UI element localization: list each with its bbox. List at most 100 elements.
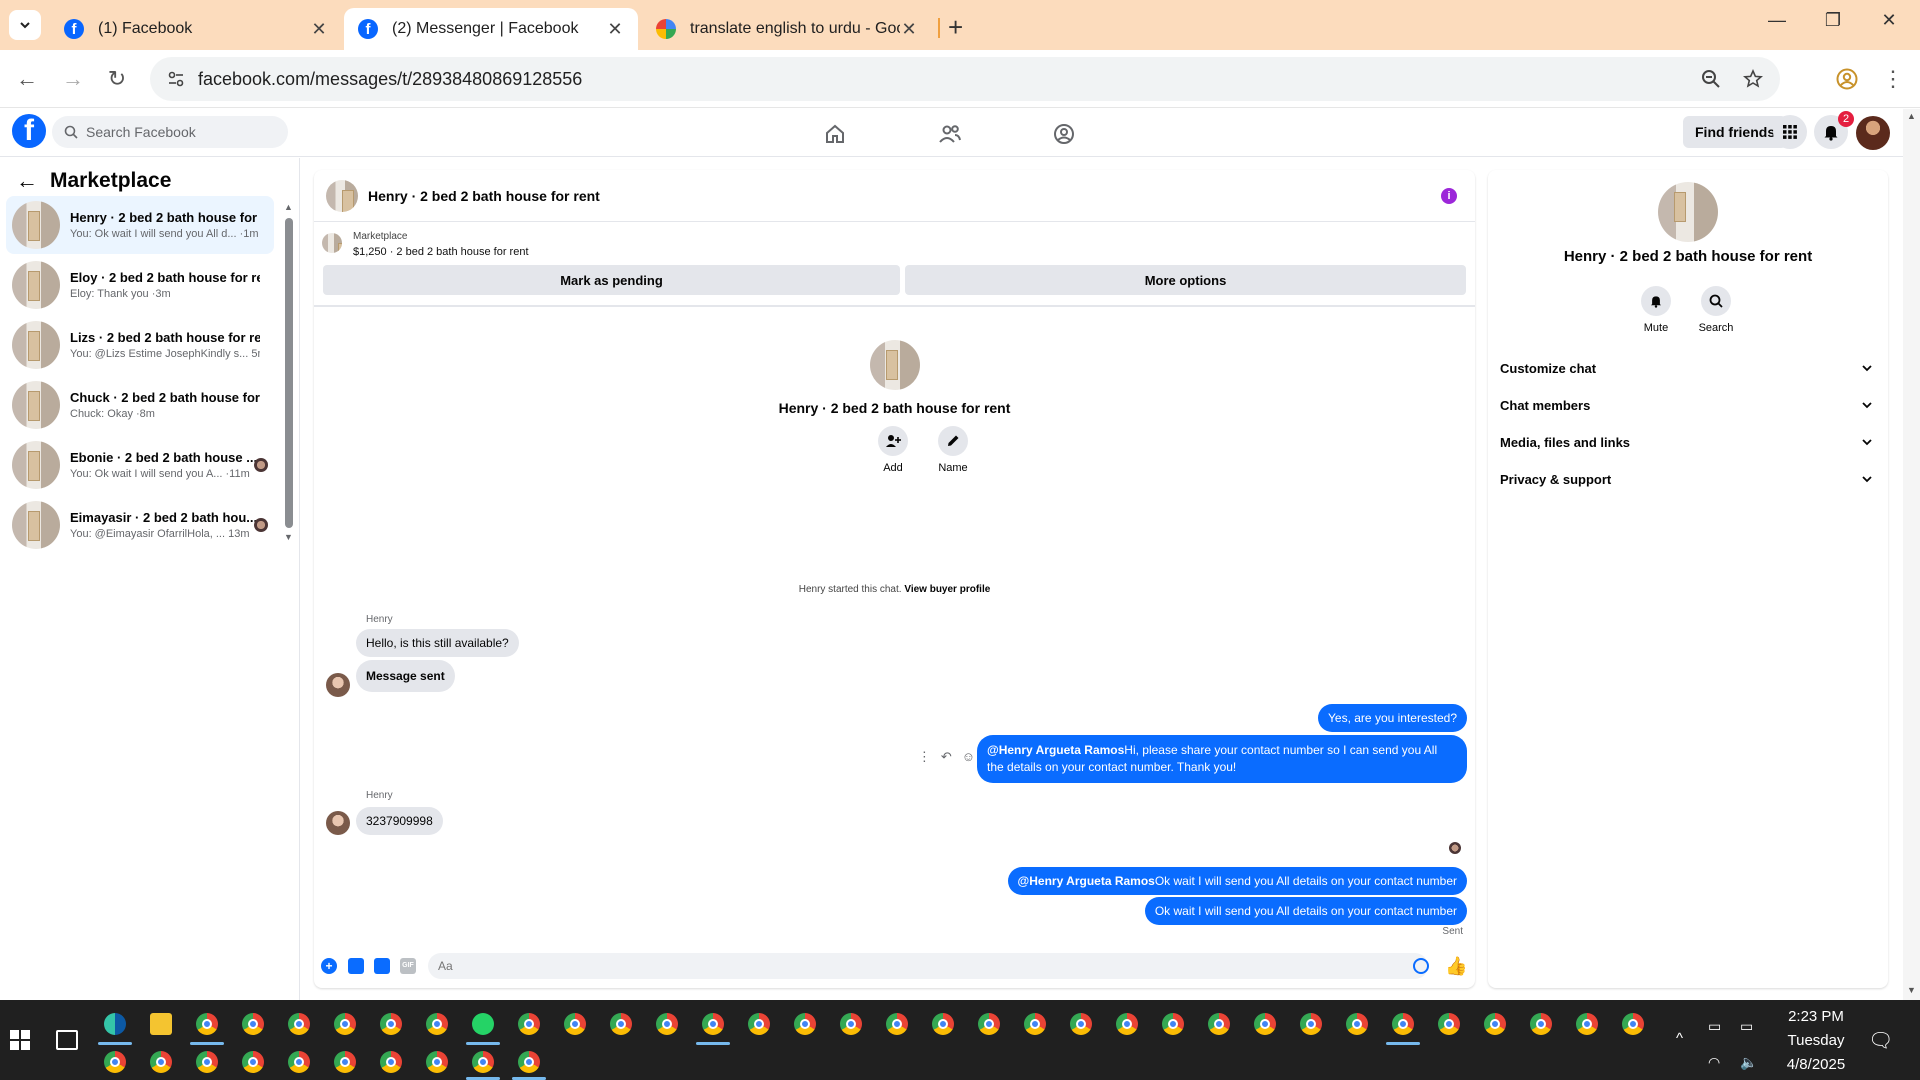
tab-messenger[interactable]: f (2) Messenger | Facebook ✕ [344, 8, 638, 50]
facebook-logo-icon[interactable]: f [12, 114, 46, 148]
henry-avatar[interactable] [326, 811, 350, 835]
chat-title[interactable]: Henry · 2 bed 2 bath house for rent [368, 188, 600, 204]
account-avatar[interactable] [1856, 116, 1890, 150]
volume-icon[interactable]: 🔈 [1740, 1054, 1757, 1071]
chrome-icon[interactable] [794, 1013, 816, 1035]
henry-avatar[interactable] [326, 673, 350, 697]
chrome-icon[interactable] [1530, 1013, 1552, 1035]
notification-center-icon[interactable]: 🗨 [1868, 1028, 1893, 1053]
chrome-icon[interactable] [1346, 1013, 1368, 1035]
scroll-up-arrow-icon[interactable]: ▲ [284, 202, 293, 212]
facebook-search-box[interactable]: Search Facebook [52, 116, 288, 148]
forward-arrow-icon[interactable]: → [58, 64, 88, 94]
chrome-icon[interactable] [196, 1051, 218, 1073]
chrome-icon[interactable] [426, 1051, 448, 1073]
restore-icon[interactable]: ❐ [1818, 10, 1848, 31]
message-incoming[interactable]: Message sent [356, 660, 455, 692]
chrome-icon[interactable] [610, 1013, 632, 1035]
mute-button[interactable]: Mute [1626, 286, 1686, 334]
chrome-icon[interactable] [1300, 1013, 1322, 1035]
file-explorer-icon[interactable] [150, 1013, 172, 1035]
friends-icon[interactable] [935, 119, 965, 149]
reload-icon[interactable]: ↻ [102, 64, 132, 94]
chrome-icon[interactable] [472, 1051, 494, 1073]
close-icon[interactable]: ✕ [310, 19, 328, 40]
section-privacy-support[interactable]: Privacy & support [1500, 464, 1872, 494]
photo-icon[interactable] [348, 958, 364, 974]
chrome-icon[interactable] [1254, 1013, 1276, 1035]
close-icon[interactable]: ✕ [900, 19, 918, 40]
mark-as-pending-button[interactable]: Mark as pending [323, 265, 900, 295]
chrome-icon[interactable] [1576, 1013, 1598, 1035]
profile-icon[interactable] [1832, 64, 1862, 94]
chrome-icon[interactable] [242, 1051, 264, 1073]
tab-facebook[interactable]: f (1) Facebook ✕ [50, 8, 342, 50]
conversation-item-henry[interactable]: Henry · 2 bed 2 bath house for ... You: … [6, 196, 274, 254]
message-input[interactable] [428, 953, 1428, 979]
chrome-icon[interactable] [334, 1013, 356, 1035]
scroll-down-arrow-icon[interactable]: ▼ [284, 532, 293, 542]
close-icon[interactable]: ✕ [606, 19, 624, 40]
battery-icon[interactable]: ▭ [1740, 1018, 1753, 1035]
chrome-icon[interactable] [1208, 1013, 1230, 1035]
chrome-icon[interactable] [1024, 1013, 1046, 1035]
groups-icon[interactable] [1049, 119, 1079, 149]
show-hidden-icons-chevron-icon[interactable]: ^ [1676, 1030, 1683, 1047]
react-smile-icon[interactable]: ☺ [962, 749, 975, 765]
thumbs-up-icon[interactable]: 👍 [1445, 956, 1467, 977]
conversation-item-ebonie[interactable]: Ebonie · 2 bed 2 bath house ... You: Ok … [6, 436, 274, 494]
chrome-icon[interactable] [288, 1013, 310, 1035]
chrome-icon[interactable] [840, 1013, 862, 1035]
chrome-icon[interactable] [1116, 1013, 1138, 1035]
message-outgoing[interactable]: @Henry Argueta RamosHi, please share you… [977, 735, 1467, 783]
chrome-icon[interactable] [104, 1051, 126, 1073]
chrome-icon[interactable] [978, 1013, 1000, 1035]
windows-start-icon[interactable] [10, 1030, 30, 1050]
tab-search-button[interactable] [9, 10, 41, 40]
chrome-icon[interactable] [932, 1013, 954, 1035]
chrome-icon[interactable] [426, 1013, 448, 1035]
chrome-icon[interactable] [150, 1051, 172, 1073]
chrome-icon[interactable] [702, 1013, 724, 1035]
conversation-item-chuck[interactable]: Chuck · 2 bed 2 bath house for ... Chuck… [6, 376, 274, 434]
details-avatar[interactable] [1658, 182, 1718, 242]
chrome-icon[interactable] [242, 1013, 264, 1035]
chrome-icon[interactable] [1392, 1013, 1414, 1035]
conversation-item-eloy[interactable]: Eloy · 2 bed 2 bath house for re... Eloy… [6, 256, 274, 314]
clock-date[interactable]: 4/8/2025 [1762, 1056, 1870, 1073]
whatsapp-icon[interactable] [472, 1013, 494, 1035]
find-friends-button[interactable]: Find friends [1683, 116, 1788, 148]
menu-grid-icon[interactable] [1773, 115, 1807, 149]
chrome-icon[interactable] [564, 1013, 586, 1035]
chat-avatar[interactable] [326, 179, 358, 212]
address-bar[interactable]: facebook.com/messages/t/2893848086912855… [150, 57, 1780, 101]
home-icon[interactable] [820, 119, 850, 149]
chrome-icon[interactable] [518, 1013, 540, 1035]
listing-price[interactable]: $1,250 · 2 bed 2 bath house for rent [353, 246, 529, 258]
conversation-item-lizs[interactable]: Lizs · 2 bed 2 bath house for rent You: … [6, 316, 274, 374]
scroll-up-arrow-icon[interactable]: ▲ [1907, 111, 1916, 121]
plus-icon[interactable]: + [321, 958, 337, 974]
site-info-icon[interactable] [162, 65, 190, 93]
chrome-icon[interactable] [1484, 1013, 1506, 1035]
section-media-files-links[interactable]: Media, files and links [1500, 427, 1872, 457]
zoom-icon[interactable] [1696, 64, 1726, 94]
chrome-icon[interactable] [1070, 1013, 1092, 1035]
camera-tray-icon[interactable]: ▭ [1708, 1018, 1721, 1035]
chrome-icon[interactable] [886, 1013, 908, 1035]
message-incoming[interactable]: Hello, is this still available? [356, 629, 519, 657]
chrome-icon[interactable] [1622, 1013, 1644, 1035]
window-close-icon[interactable]: ✕ [1874, 10, 1904, 31]
conversation-item-eimayasir[interactable]: Eimayasir · 2 bed 2 bath hou... You: @Ei… [6, 496, 274, 554]
page-scrollbar[interactable]: ▲ ▼ [1903, 109, 1920, 1000]
browser-menu-icon[interactable]: ⋮ [1878, 64, 1908, 94]
chrome-icon[interactable] [334, 1051, 356, 1073]
chrome-icon[interactable] [380, 1013, 402, 1035]
scroll-down-arrow-icon[interactable]: ▼ [1907, 985, 1916, 995]
search-in-chat-button[interactable]: Search [1686, 286, 1746, 334]
edge-icon[interactable] [104, 1013, 126, 1035]
more-options-button[interactable]: More options [905, 265, 1466, 295]
minimize-icon[interactable]: — [1762, 10, 1792, 31]
reply-icon[interactable]: ↶ [941, 749, 952, 765]
clock-day[interactable]: Tuesday [1762, 1032, 1870, 1049]
